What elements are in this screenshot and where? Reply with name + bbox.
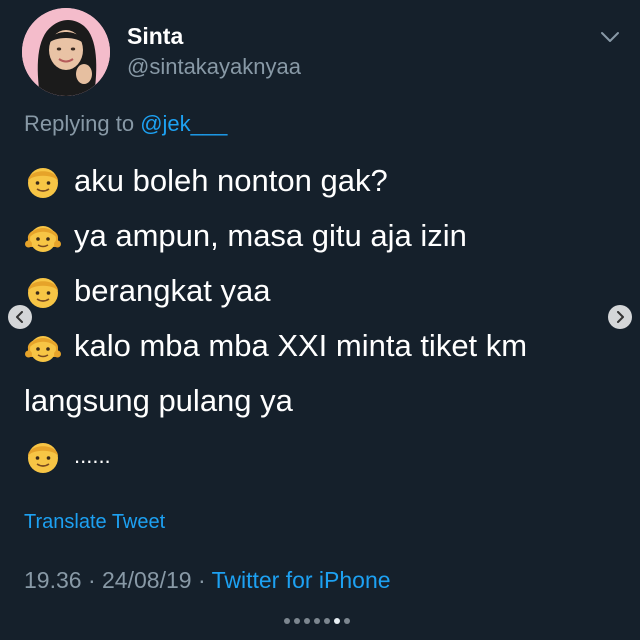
tweet-date[interactable]: 24/08/19 [102,567,192,593]
carousel-dot[interactable] [324,618,330,624]
mention-link[interactable]: @jek___ [140,111,227,136]
boy-emoji-icon [24,272,62,310]
carousel-dot-active[interactable] [334,618,340,624]
translate-tweet-link[interactable]: Translate Tweet [24,511,165,534]
tweet-line: aku boleh nonton gak? [24,153,604,208]
carousel-dot[interactable] [314,618,320,624]
carousel-dot[interactable] [344,618,350,624]
chevron-left-icon [16,311,23,323]
avatar[interactable] [22,8,110,96]
chevron-down-icon[interactable] [600,30,620,44]
replying-label: Replying to [24,111,135,136]
tweet-line: ...... [24,428,604,483]
girl-emoji-icon [24,217,62,255]
user-handle[interactable]: @sintakayaknyaa [127,54,301,80]
tweet-text: aku boleh nonton gak? ya ampun, masa git… [24,153,604,483]
carousel-dots [284,618,350,624]
tweet-line-text: aku boleh nonton gak? [74,162,388,198]
tweet-line-text: ...... [74,442,111,468]
chevron-right-icon [617,311,624,323]
tweet-line-text: langsung pulang ya [24,382,293,418]
separator-dot: · [197,567,212,593]
carousel-dot[interactable] [304,618,310,624]
carousel-dot[interactable] [284,618,290,624]
display-name[interactable]: Sinta [127,23,183,50]
carousel-dot[interactable] [294,618,300,624]
tweet-line: ya ampun, masa gitu aja izin [24,208,604,263]
separator-dot: · [87,567,103,593]
girl-emoji-icon [24,327,62,365]
tweet-line: kalo mba mba XXI minta tiket km [24,318,604,373]
carousel-next-button[interactable] [608,305,632,329]
tweet-line: berangkat yaa [24,263,604,318]
carousel-prev-button[interactable] [8,305,32,329]
tweet-line-text: ya ampun, masa gitu aja izin [74,217,467,253]
tweet-line-text: berangkat yaa [74,272,271,308]
tweet-meta: 19.36 · 24/08/19 · Twitter for iPhone [24,567,391,594]
boy-emoji-icon [24,437,62,475]
tweet-line: langsung pulang ya [24,373,604,428]
replying-to: Replying to @jek___ [24,111,227,137]
tweet-source-link[interactable]: Twitter for iPhone [212,567,391,593]
boy-emoji-icon [24,162,62,200]
tweet-line-text: kalo mba mba XXI minta tiket km [74,327,528,363]
avatar-image [22,8,110,96]
tweet-time[interactable]: 19.36 [24,567,82,593]
